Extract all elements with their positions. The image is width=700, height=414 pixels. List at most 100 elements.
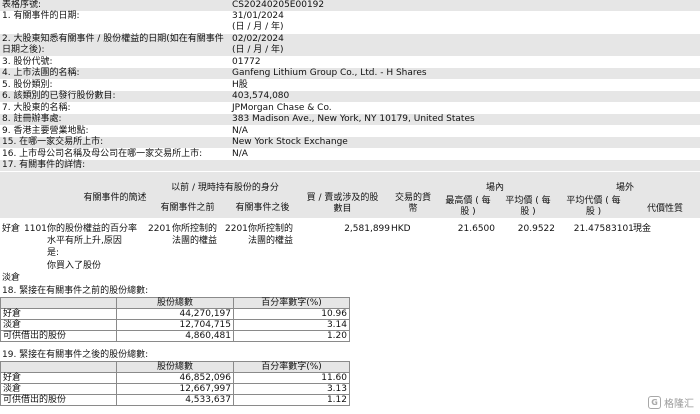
item-5: 5. 股份類別: H股: [0, 80, 700, 91]
average-header: 平均價 ( 每: [505, 196, 551, 206]
off-average-header: 平均代價 ( 每: [566, 196, 621, 206]
form-ref-value: CS20240205E00192: [232, 0, 325, 10]
capacity-header: 以前 / 現時持有股份的身分: [171, 183, 279, 193]
item-16-value: N/A: [232, 149, 248, 159]
item-1: 1. 有關事件的日期: 31/01/2024: [0, 11, 700, 22]
item-1-label: 1. 有關事件的日期:: [2, 11, 80, 21]
item-8: 8. 註冊辦事處: 383 Madison Ave., New York, NY…: [0, 114, 700, 125]
event-currency: HKD: [391, 224, 411, 234]
currency-header-2: 幣: [408, 204, 418, 214]
event-desc-line: 水平有所上升,原因: [47, 236, 122, 246]
item-17: 17. 有關事件的詳情:: [0, 160, 700, 171]
item-2-cont: 日期之後): (日 / 月 / 年): [0, 45, 700, 56]
off-exchange-header: 場外: [615, 183, 634, 193]
event-highest: 21.6500: [457, 224, 495, 234]
item-7: 7. 大股東的名稱: JPMorgan Chase & Co.: [0, 103, 700, 114]
before-table: 股份總數 百分率數字(%) 好倉 44,270,197 10.96 淡倉 12,…: [0, 297, 350, 342]
after-row-shares: 12,667,997: [116, 383, 234, 395]
after-title: 19. 緊接在有關事件之後的股份總數:: [2, 350, 149, 360]
table-row: 好倉 46,852,096 11.60: [0, 372, 350, 384]
after-row-name: 可供借出的股份: [0, 394, 117, 406]
item-2-sub: (日 / 月 / 年): [232, 45, 284, 55]
item-5-label: 5. 股份類別:: [2, 80, 53, 90]
before-title: 18. 緊接在有關事件之前的股份總數:: [2, 286, 149, 296]
event-desc-line: 是:: [47, 248, 60, 258]
after-row-shares: 4,533,637: [116, 394, 234, 406]
event-desc-line: 你買入了股份: [47, 261, 102, 271]
item-3-value: 01772: [232, 57, 261, 67]
consideration-code: 3101: [611, 224, 634, 234]
item-2: 2. 大股東知悉有關事件 / 股份權益的日期(如在有關事件 02/02/2024: [0, 34, 700, 45]
after-code: 2201: [225, 224, 248, 234]
before-row-shares: 44,270,197: [116, 308, 234, 320]
item-1-value: 31/01/2024: [232, 11, 284, 21]
item-2-label: 2. 大股東知悉有關事件 / 股份權益的日期(如在有關事件: [2, 34, 224, 44]
before-desc-line: 你所控制的: [172, 224, 218, 234]
after-title-row: 19. 緊接在有關事件之後的股份總數:: [0, 350, 700, 361]
item-6: 6. 該類別的已發行股份數目: 403,574,080: [0, 91, 700, 102]
table-row: 好倉 44,270,197 10.96: [0, 308, 350, 320]
item-9: 9. 香港主要營業地點: N/A: [0, 126, 700, 137]
form-ref-label: 表格序號:: [2, 0, 42, 10]
after-row-pct: 11.60: [233, 372, 350, 384]
item-4: 4. 上市法團的名稱: Ganfeng Lithium Group Co., L…: [0, 68, 700, 79]
event-short-position: 淡倉: [2, 273, 21, 283]
details-title: 17. 有關事件的詳情:: [2, 160, 86, 170]
item-2-label-cont: 日期之後):: [2, 45, 45, 55]
item-8-value: 383 Madison Ave., New York, NY 10179, Un…: [232, 114, 475, 124]
before-header: 有關事件之前: [160, 203, 215, 213]
consideration-header: 代價性質: [646, 204, 683, 214]
shares-header-2: 數目: [333, 204, 352, 214]
item-7-label: 7. 大股東的名稱:: [2, 103, 71, 113]
event-position: 好倉: [2, 224, 21, 234]
before-title-row: 18. 緊接在有關事件之前的股份總數:: [0, 286, 700, 297]
after-desc-line: 法團的權益: [248, 236, 294, 246]
highest-header: 最高價 ( 每: [445, 196, 491, 206]
table-row: 淡倉 12,704,715 3.14: [0, 319, 350, 331]
before-row-pct: 3.14: [233, 319, 350, 331]
item-3-label: 3. 股份代號:: [2, 57, 53, 67]
form-ref-row: 表格序號: CS20240205E00192: [0, 0, 700, 11]
shares-header: 買 / 賣或涉及的股: [306, 193, 379, 203]
consideration-desc: 現金: [633, 224, 652, 234]
currency-header: 交易的貨: [394, 193, 431, 203]
before-row-pct: 1.20: [233, 330, 350, 342]
event-shares: 2,581,899: [344, 224, 390, 234]
item-6-label: 6. 該類別的已發行股份數目:: [2, 91, 116, 101]
before-code: 2201: [148, 224, 171, 234]
after-desc-line: 你所控制的: [248, 224, 294, 234]
before-row-name: 淡倉: [0, 319, 117, 331]
after-row-shares: 46,852,096: [116, 372, 234, 384]
item-2-value: 02/02/2024: [232, 34, 284, 44]
item-5-value: H股: [232, 80, 248, 90]
after-row-pct: 3.13: [233, 383, 350, 395]
item-6-value: 403,574,080: [232, 91, 290, 101]
after-row-pct: 1.12: [233, 394, 350, 406]
table-row: 可供借出的股份 4,860,481 1.20: [0, 330, 350, 342]
after-col-shares: 股份總數: [116, 361, 234, 373]
item-15-label: 15. 在哪一家交易所上市:: [2, 137, 104, 147]
before-col-pct: 百分率數字(%): [233, 297, 350, 309]
item-15: 15. 在哪一家交易所上市: New York Stock Exchange: [0, 137, 700, 148]
item-7-value: JPMorgan Chase & Co.: [232, 103, 332, 113]
after-header: 有關事件之後: [235, 203, 290, 213]
watermark: G 格隆汇: [648, 395, 694, 410]
after-table: 股份總數 百分率數字(%) 好倉 46,852,096 11.60 淡倉 12,…: [0, 361, 350, 406]
before-desc-line: 法團的權益: [172, 236, 218, 246]
item-4-label: 4. 上市法團的名稱:: [2, 68, 80, 78]
before-row-pct: 10.96: [233, 308, 350, 320]
watermark-text: 格隆汇: [664, 399, 694, 410]
item-1-sub: (日 / 月 / 年): [232, 22, 284, 32]
on-exchange-header: 場內: [485, 183, 504, 193]
table-row: 淡倉 12,667,997 3.13: [0, 383, 350, 395]
off-average-header-2: 股 ): [585, 207, 602, 217]
before-col-shares: 股份總數: [116, 297, 234, 309]
item-1-sub-row: (日 / 月 / 年): [0, 22, 700, 33]
item-16-label: 16. 上市母公司名稱及母公司在哪一家交易所上市:: [2, 149, 203, 159]
before-row-shares: 4,860,481: [116, 330, 234, 342]
event-average: 20.9522: [517, 224, 555, 234]
item-9-value: N/A: [232, 126, 248, 136]
average-header-2: 股 ): [520, 207, 536, 217]
item-16: 16. 上市母公司名稱及母公司在哪一家交易所上市: N/A: [0, 149, 700, 160]
item-3: 3. 股份代號: 01772: [0, 57, 700, 68]
